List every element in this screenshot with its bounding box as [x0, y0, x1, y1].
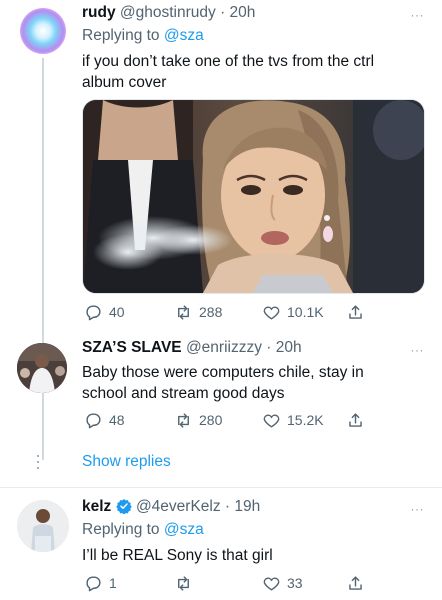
- retweet-button[interactable]: 288: [174, 301, 222, 323]
- handle-time: @4everKelz · 19h: [135, 498, 261, 515]
- avatar-photo: [17, 343, 67, 393]
- tweet-header: SZA’S SLAVE @enriizzzy · 20h: [82, 339, 302, 357]
- share-icon: [349, 304, 362, 319]
- tweet-actions: 1 33: [84, 572, 402, 594]
- avatar-photo: [17, 500, 69, 552]
- retweet-count: 280: [199, 412, 223, 428]
- like-button[interactable]: 33: [262, 572, 303, 594]
- divider: [0, 487, 442, 488]
- heart-icon: [263, 306, 280, 320]
- share-button[interactable]: [346, 409, 365, 431]
- reply-button[interactable]: 48: [84, 409, 125, 431]
- tweet-actions: 40 288 10.1K: [84, 301, 402, 323]
- reply-button[interactable]: 40: [84, 301, 125, 323]
- share-button[interactable]: [346, 572, 365, 594]
- reply-button[interactable]: 1: [84, 572, 117, 594]
- reply-icon: [86, 575, 101, 591]
- mention-link[interactable]: @sza: [164, 521, 204, 538]
- retweet-count: 288: [199, 304, 223, 320]
- replying-to: Replying to @sza: [82, 521, 204, 538]
- retweet-icon: [178, 412, 189, 428]
- display-name[interactable]: rudy: [82, 4, 116, 21]
- avatar[interactable]: [17, 500, 69, 552]
- display-name[interactable]: kelz: [82, 498, 111, 515]
- tweet-media-image[interactable]: [82, 99, 425, 294]
- tweet-sza-slave[interactable]: SZA’S SLAVE @enriizzzy · 20h ··· Baby th…: [0, 335, 442, 445]
- share-icon: [349, 412, 362, 427]
- retweet-icon: [178, 575, 189, 591]
- more-replies-dots-icon: [36, 455, 40, 469]
- share-icon: [349, 575, 362, 590]
- reply-icon: [86, 412, 101, 428]
- tweet-actions: 48 280 15.2K: [84, 409, 402, 431]
- more-options-icon[interactable]: ···: [411, 8, 425, 22]
- show-replies-link[interactable]: Show replies: [82, 453, 171, 471]
- display-name[interactable]: SZA’S SLAVE: [82, 339, 182, 356]
- media-photo: [83, 100, 424, 293]
- avatar[interactable]: [17, 343, 67, 393]
- share-button[interactable]: [346, 301, 365, 323]
- more-options-icon[interactable]: ···: [411, 502, 425, 516]
- handle-time: @ghostinrudy · 20h: [119, 4, 256, 21]
- tweet-text: I’ll be REAL Sony is that girl: [82, 547, 273, 564]
- like-count: 15.2K: [287, 412, 324, 428]
- replying-to: Replying to @sza: [82, 27, 204, 44]
- heart-icon: [263, 414, 280, 428]
- mention-link[interactable]: @sza: [164, 27, 204, 44]
- reply-count: 40: [109, 304, 125, 320]
- tweet-text: Baby those were computers chile, stay in…: [82, 364, 364, 402]
- more-options-icon[interactable]: ···: [411, 343, 425, 357]
- avatar[interactable]: [20, 8, 66, 54]
- tweet-header: kelz @4everKelz · 19h: [82, 498, 260, 516]
- like-button[interactable]: 15.2K: [262, 409, 324, 431]
- tweet-kelz[interactable]: kelz @4everKelz · 19h ··· Replying to @s…: [0, 490, 442, 600]
- tweet-rudy[interactable]: rudy @ghostinrudy · 20h ··· Replying to …: [0, 0, 442, 460]
- reply-count: 1: [109, 575, 117, 591]
- like-count: 33: [287, 575, 303, 591]
- heart-icon: [263, 577, 280, 591]
- verified-badge-icon: [115, 499, 132, 515]
- retweet-button[interactable]: [174, 572, 199, 594]
- like-count: 10.1K: [287, 304, 324, 320]
- handle-time: @enriizzzy · 20h: [185, 339, 302, 356]
- retweet-icon: [178, 304, 189, 320]
- tweet-text: if you don’t take one of the tvs from th…: [82, 53, 375, 91]
- retweet-button[interactable]: 280: [174, 409, 222, 431]
- reply-icon: [86, 304, 101, 320]
- tweet-header: rudy @ghostinrudy · 20h: [82, 4, 255, 22]
- reply-count: 48: [109, 412, 125, 428]
- like-button[interactable]: 10.1K: [262, 301, 324, 323]
